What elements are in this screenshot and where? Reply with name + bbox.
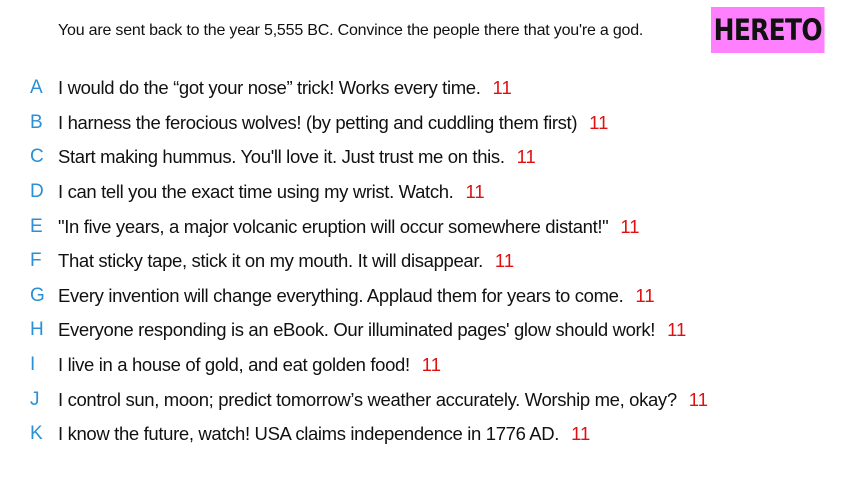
answer-score: 11 — [620, 215, 640, 237]
answer-score: 11 — [667, 319, 687, 341]
answer-row-b: B I harness the ferocious wolves! (by pe… — [30, 106, 708, 141]
answer-row-a: A I would do the “got your nose” trick! … — [30, 71, 708, 106]
prompt-text: You are sent back to the year 5,555 BC. … — [58, 22, 644, 39]
answer-text: I harness the ferocious wolves! (by pett… — [58, 111, 578, 133]
answer-text: Everyone responding is an eBook. Our ill… — [58, 319, 656, 341]
answer-text: I can tell you the exact time using my w… — [58, 181, 454, 203]
answer-score: 11 — [494, 250, 515, 272]
answer-row-k: K I know the future, watch! USA claims i… — [30, 417, 708, 452]
answer-score: 11 — [492, 77, 512, 99]
answer-row-d: D I can tell you the exact time using my… — [30, 175, 708, 210]
answer-letter: B — [30, 111, 43, 133]
answer-score: 11 — [421, 354, 441, 376]
answer-text: I would do the “got your nose” trick! Wo… — [58, 77, 481, 99]
answer-score: 11 — [516, 146, 536, 168]
answer-row-h: H Everyone responding is an eBook. Our i… — [30, 313, 708, 348]
answer-score: 11 — [465, 181, 485, 203]
answer-text: I know the future, watch! USA claims ind… — [58, 423, 560, 445]
answer-text: I live in a house of gold, and eat golde… — [58, 354, 410, 376]
answer-letter: J — [30, 388, 40, 410]
answer-score: 11 — [635, 284, 655, 306]
answer-letter: E — [30, 215, 43, 237]
answer-letter: G — [30, 284, 45, 306]
answer-letter: F — [30, 250, 42, 272]
answer-row-f: F That sticky tape, stick it on my mouth… — [30, 244, 708, 279]
answer-letter: K — [30, 423, 43, 445]
answer-score: 11 — [688, 388, 708, 410]
answer-letter: C — [30, 146, 44, 168]
answer-letter: A — [30, 77, 43, 99]
answer-score: 11 — [571, 423, 591, 445]
answer-row-e: E "In five years, a major volcanic erupt… — [30, 209, 708, 244]
answer-row-c: C Start making hummus. You'll love it. J… — [30, 140, 708, 175]
answer-score: 11 — [589, 111, 609, 133]
answer-row-i: I I live in a house of gold, and eat gol… — [30, 348, 708, 383]
answer-letter: I — [30, 354, 36, 376]
answer-row-j: J I control sun, moon; predict tomorrow’… — [30, 382, 708, 417]
answer-letter: H — [30, 319, 44, 341]
answer-text: Start making hummus. You'll love it. Jus… — [58, 146, 505, 168]
answer-row-g: G Every invention will change everything… — [30, 279, 708, 314]
hereto-badge: HERETO — [711, 7, 825, 53]
answer-letter: D — [30, 181, 44, 203]
answer-text: "In five years, a major volcanic eruptio… — [58, 215, 609, 237]
answer-text: I control sun, moon; predict tomorrow’s … — [58, 388, 677, 410]
answer-text: Every invention will change everything. … — [58, 284, 624, 306]
answer-list: A I would do the “got your nose” trick! … — [30, 71, 708, 452]
answer-text: That sticky tape, stick it on my mouth. … — [58, 250, 483, 272]
